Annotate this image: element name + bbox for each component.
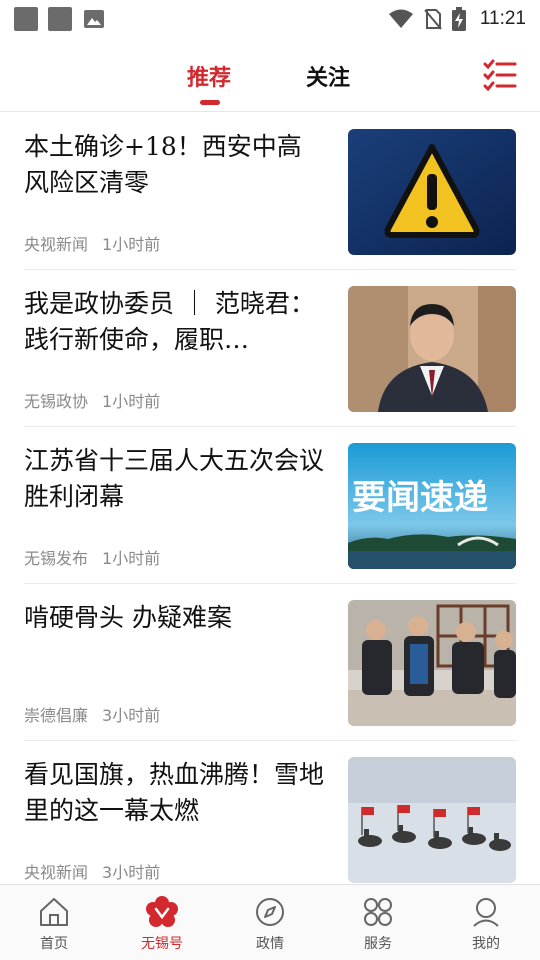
nav-politics[interactable]: 政情 <box>216 885 324 960</box>
nav-label: 我的 <box>472 936 500 952</box>
snow-riders-image[interactable] <box>348 757 516 883</box>
compass-icon <box>256 898 284 926</box>
nav-services[interactable]: 服务 <box>324 885 432 960</box>
news-banner-image[interactable]: 要闻速递 <box>348 443 516 569</box>
news-meta: 无锡政协 1小时前 <box>24 388 160 412</box>
news-time: 1小时前 <box>102 235 161 254</box>
news-title[interactable]: 本土确诊+18！西安中高风险区清零 <box>24 129 326 201</box>
status-bar: 11:21 <box>0 0 540 38</box>
nav-home[interactable]: 首页 <box>0 885 108 960</box>
warning-sign-image[interactable] <box>348 129 516 255</box>
no-sim-icon <box>424 9 442 30</box>
news-source: 无锡发布 <box>24 549 89 568</box>
news-feed[interactable]: 本土确诊+18！西安中高风险区清零 央视新闻 1小时前 我是政协委员 ｜ 范晓君… <box>0 113 540 883</box>
news-source: 央视新闻 <box>24 863 89 882</box>
news-source: 央视新闻 <box>24 235 89 254</box>
home-icon <box>40 898 68 926</box>
news-time: 1小时前 <box>102 392 161 411</box>
news-banner-text: 要闻速递 <box>352 478 488 518</box>
nav-profile[interactable]: 我的 <box>432 885 540 960</box>
news-title[interactable]: 啃硬骨头 办疑难案 <box>24 600 326 636</box>
man-speaking-image[interactable] <box>348 286 516 412</box>
news-item[interactable]: 江苏省十三届人大五次会议胜利闭幕 无锡发布 1小时前 要闻速递 <box>24 427 516 584</box>
profile-icon <box>473 898 499 927</box>
news-meta: 崇德倡廉 3小时前 <box>24 702 160 726</box>
news-title[interactable]: 江苏省十三届人大五次会议胜利闭幕 <box>24 443 326 515</box>
notification-icon <box>14 7 38 31</box>
nav-label: 政情 <box>256 936 284 952</box>
image-notification-icon <box>84 10 104 28</box>
clock: 11:21 <box>479 8 526 29</box>
channel-menu-icon[interactable] <box>482 58 518 92</box>
bottom-navigation: 首页 无锡号 政情 服务 我的 <box>0 884 540 960</box>
notification-icon <box>48 7 72 31</box>
wuxi-flower-icon <box>146 896 178 927</box>
wifi-icon <box>388 9 413 28</box>
nav-label: 无锡号 <box>141 936 183 952</box>
tab-follow[interactable]: 关注 <box>306 60 350 92</box>
news-time: 3小时前 <box>102 706 161 725</box>
news-title[interactable]: 看见国旗，热血沸腾！雪地里的这一幕太燃 <box>24 757 326 829</box>
news-meta: 无锡发布 1小时前 <box>24 545 160 569</box>
news-item[interactable]: 我是政协委员 ｜ 范晓君：践行新使命，履职… 无锡政协 1小时前 <box>24 270 516 427</box>
meeting-photo-image[interactable] <box>348 600 516 726</box>
news-time: 1小时前 <box>102 549 161 568</box>
news-source: 崇德倡廉 <box>24 706 89 725</box>
nav-label: 服务 <box>364 936 392 952</box>
news-meta: 央视新闻 3小时前 <box>24 859 160 883</box>
news-item[interactable]: 看见国旗，热血沸腾！雪地里的这一幕太燃 央视新闻 3小时前 <box>24 741 516 883</box>
services-grid-icon <box>364 898 392 926</box>
news-item[interactable]: 啃硬骨头 办疑难案 崇德倡廉 3小时前 <box>24 584 516 741</box>
nav-wuxi[interactable]: 无锡号 <box>108 885 216 960</box>
nav-label: 首页 <box>40 936 68 952</box>
top-tab-bar: 推荐 关注 <box>0 40 540 112</box>
news-time: 3小时前 <box>102 863 161 882</box>
news-item[interactable]: 本土确诊+18！西安中高风险区清零 央视新闻 1小时前 <box>24 113 516 270</box>
active-tab-indicator <box>200 100 220 105</box>
battery-charging-icon <box>451 7 466 31</box>
news-source: 无锡政协 <box>24 392 89 411</box>
news-meta: 央视新闻 1小时前 <box>24 231 160 255</box>
news-title[interactable]: 我是政协委员 ｜ 范晓君：践行新使命，履职… <box>24 286 326 358</box>
tab-recommend[interactable]: 推荐 <box>187 60 231 92</box>
